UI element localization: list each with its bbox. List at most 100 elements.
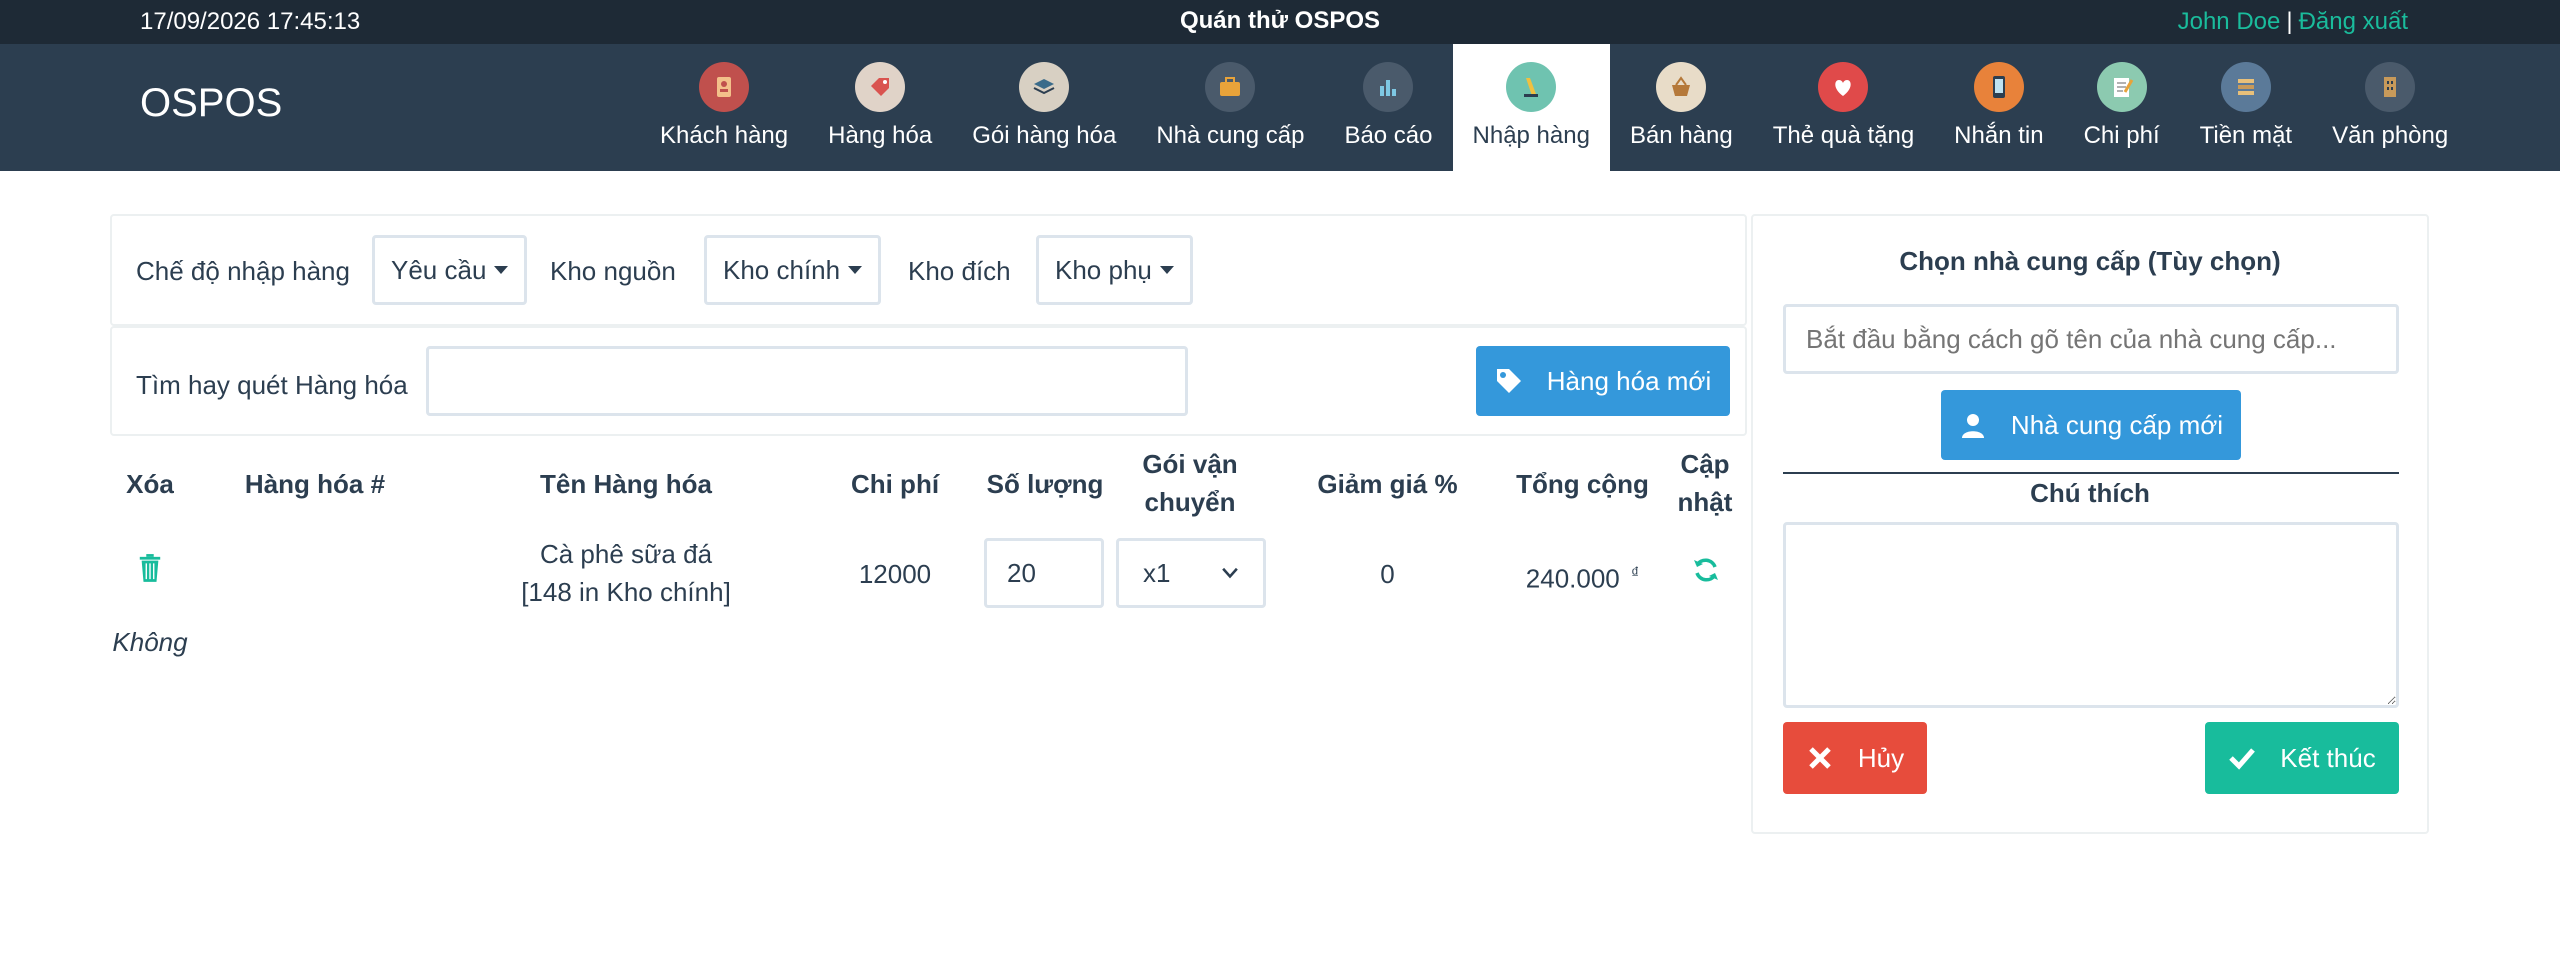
nav-label: Nhập hàng: [1472, 122, 1590, 149]
nav-item-kits[interactable]: Gói hàng hóa: [952, 44, 1136, 171]
new-item-button[interactable]: Hàng hóa mới: [1476, 346, 1730, 416]
nav-label: Văn phòng: [2332, 122, 2449, 149]
user-separator: |: [2286, 8, 2293, 35]
customers-icon: [699, 62, 750, 112]
cost-cell: 12000: [858, 559, 932, 589]
source-stock-dropdown[interactable]: Kho chính: [704, 235, 882, 305]
new-supplier-button[interactable]: Nhà cung cấp mới: [1941, 390, 2241, 460]
total-value: 240.000: [1525, 563, 1620, 594]
logout-link[interactable]: Đăng xuất: [2299, 8, 2408, 35]
nav-cashups[interactable]: Tiền mặt: [2180, 44, 2312, 171]
suppliers-icon: [1205, 62, 1256, 112]
user-icon: [1961, 414, 1984, 438]
top-bar: 17/09/2026 17:45:13 Quán thử OSPOS John …: [0, 0, 2560, 44]
nav-items[interactable]: Hàng hóa: [808, 44, 952, 171]
nav-giftcards[interactable]: Thẻ quà tặng: [1753, 44, 1934, 171]
col-header-cost: Chi phí: [850, 469, 940, 499]
nav-label: Bán hàng: [1629, 122, 1733, 149]
update-line2: nhật: [1677, 487, 1733, 517]
ship-pack-value: x1: [1143, 557, 1171, 588]
ship-pack-select[interactable]: x1: [1116, 538, 1266, 608]
item-name-cell: Cà phê sữa đá [148 in Kho chính]: [476, 535, 776, 611]
messages-icon: [1973, 62, 2024, 112]
new-item-label: Hàng hóa mới: [1546, 365, 1712, 396]
ship-pack-line1: Gói vận: [1142, 449, 1238, 479]
receiving-mode-panel: Chế độ nhập hàng Yêu cầu Kho nguồn Kho c…: [110, 214, 1747, 326]
caret-down-icon: [1159, 266, 1174, 274]
col-header-total: Tổng cộng: [1516, 469, 1649, 499]
update-line1: Cập: [1680, 449, 1730, 479]
supplier-search-input[interactable]: [1783, 304, 2399, 374]
trash-icon: [139, 554, 161, 582]
nav-messages[interactable]: Nhắn tin: [1934, 44, 2063, 171]
col-header-delete: Xóa: [126, 469, 174, 499]
col-header-quantity: Số lượng: [986, 469, 1104, 499]
update-row-button[interactable]: [1688, 555, 1724, 591]
tag-icon: [1496, 369, 1521, 393]
nav-reports[interactable]: Báo cáo: [1324, 44, 1452, 171]
mode-dropdown[interactable]: Yêu cầu: [372, 235, 528, 305]
main-navbar: OSPOS Khách hàng Hàng hóa Gói hàng hóa N…: [0, 44, 2560, 171]
nav-label: Nhắn tin: [1954, 122, 2044, 149]
comment-textarea[interactable]: [1783, 522, 2399, 708]
receivings-icon: [1506, 62, 1557, 112]
caret-down-icon: [494, 266, 509, 274]
col-header-ship-pack: Gói vận chuyển: [1110, 445, 1270, 521]
source-value: Kho chính: [723, 254, 841, 285]
search-label: Tìm hay quét Hàng hóa: [136, 370, 408, 400]
item-search-panel: Tìm hay quét Hàng hóa Hàng hóa mới: [110, 326, 1747, 436]
cancel-button[interactable]: Hủy: [1783, 722, 1927, 794]
new-supplier-label: Nhà cung cấp mới: [2010, 409, 2224, 440]
item-kits-icon: [1019, 62, 1070, 112]
dest-value: Kho phụ: [1055, 254, 1152, 285]
refresh-icon: [1694, 558, 1718, 582]
finish-button[interactable]: Kết thúc: [2205, 722, 2399, 794]
nav-label: Báo cáo: [1344, 122, 1433, 149]
finish-label: Kết thúc: [2280, 742, 2376, 773]
chevron-down-icon: [1222, 567, 1238, 579]
item-name: Cà phê sữa đá: [539, 539, 713, 569]
nav-customers[interactable]: Khách hàng: [640, 44, 808, 171]
comment-label: Chú thích: [2030, 478, 2150, 508]
nav-office[interactable]: Văn phòng: [2312, 44, 2468, 171]
sales-icon: [1656, 62, 1707, 112]
col-header-item-number: Hàng hóa #: [244, 469, 386, 499]
col-header-update: Cập nhật: [1665, 445, 1745, 521]
col-header-discount: Giảm giá %: [1317, 469, 1458, 499]
store-title: Quán thử OSPOS: [1179, 7, 1381, 34]
ship-pack-line2: chuyển: [1144, 487, 1236, 517]
items-icon: [855, 62, 906, 112]
check-icon: [2229, 748, 2256, 770]
office-icon: [2365, 62, 2416, 112]
cashups-icon: [2220, 62, 2271, 112]
nav-suppliers[interactable]: Nhà cung cấp: [1136, 44, 1324, 171]
nav-expenses[interactable]: Chi phí: [2064, 44, 2180, 171]
discount-cell: 0: [1380, 559, 1395, 589]
total-cell: 240.000 ₫: [1505, 555, 1660, 598]
nav-label: Nhà cung cấp: [1156, 122, 1305, 149]
mode-value: Yêu cầu: [391, 254, 487, 285]
delete-row-button[interactable]: [130, 552, 170, 592]
nav-receivings[interactable]: Nhập hàng: [1452, 44, 1610, 171]
brand-logo[interactable]: OSPOS: [140, 81, 282, 126]
col-header-item-name: Tên Hàng hóa: [540, 469, 712, 499]
close-icon: [1809, 747, 1831, 769]
nav-label: Khách hàng: [660, 122, 789, 149]
item-search-input[interactable]: [426, 346, 1188, 416]
currency-symbol: ₫: [1631, 565, 1640, 582]
nav-label: Thẻ quà tặng: [1772, 122, 1915, 149]
item-stock: [148 in Kho chính]: [521, 577, 731, 607]
reports-icon: [1363, 62, 1414, 112]
nav-label: Chi phí: [2083, 122, 2160, 149]
caret-down-icon: [848, 266, 863, 274]
supplier-title: Chọn nhà cung cấp (Tùy chọn): [1899, 246, 2281, 276]
quantity-input[interactable]: [984, 538, 1104, 608]
nav-sales[interactable]: Bán hàng: [1610, 44, 1753, 171]
giftcards-icon: [1818, 62, 1869, 112]
dest-stock-dropdown[interactable]: Kho phụ: [1036, 235, 1193, 305]
user-menu: John Doe | Đăng xuất: [2178, 8, 2408, 36]
divider: [1783, 472, 2399, 474]
dest-label: Kho đích: [908, 256, 1011, 286]
user-name-link[interactable]: John Doe: [2178, 8, 2281, 35]
expenses-icon: [2096, 62, 2147, 112]
